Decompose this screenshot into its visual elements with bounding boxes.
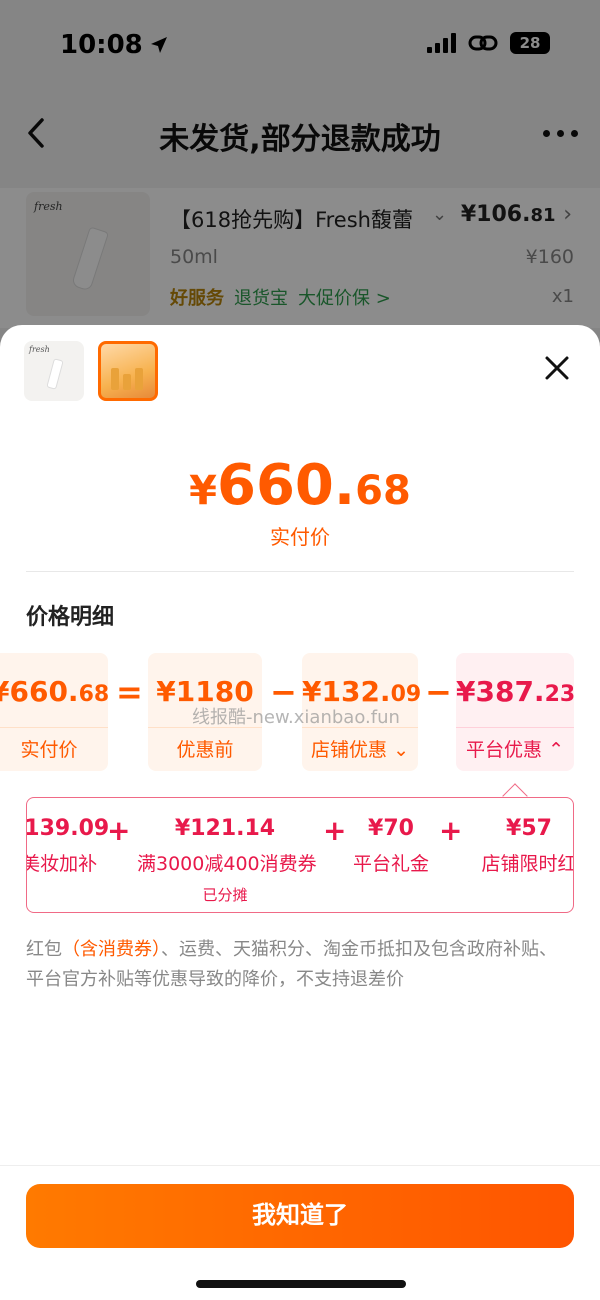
chevron-up-icon: ⌃	[548, 739, 564, 761]
got-it-button[interactable]: 我知道了	[26, 1184, 574, 1248]
price-formula: ¥660.68 实付价 = ¥1180 优惠前 − ¥132.09 店铺优惠 ⌄…	[0, 653, 600, 773]
breakdown-item: ¥57 店铺限时红	[469, 816, 574, 876]
platform-discount-breakdown[interactable]: ¥139.09 美妆加补 + ¥121.14 满3000减400消费券 已分摊 …	[26, 797, 574, 913]
breakdown-value: ¥57	[506, 816, 552, 841]
thumbnail-brand: fresh	[29, 345, 50, 354]
formula-platform-label: 平台优惠 ⌃	[456, 735, 574, 762]
formula-store-label: 店铺优惠 ⌄	[302, 735, 418, 762]
formula-actual-value: ¥660.68	[0, 675, 110, 708]
price-detail-sheet: fresh ¥660.68 实付价 价格明细 ¥660.68 实付价 = ¥11…	[0, 325, 600, 1300]
price-decimal: 68	[355, 468, 411, 514]
breakdown-label: 平台礼金	[353, 853, 430, 875]
chevron-down-icon: ⌄	[393, 739, 409, 761]
divider	[26, 571, 574, 572]
breakdown-label: 满3000减400消费券	[137, 853, 317, 875]
note-text-start: 红包	[26, 939, 62, 960]
plus-sign: +	[107, 814, 131, 847]
breakdown-item: ¥121.14 满3000减400消费券 已分摊	[137, 816, 317, 905]
thumbnail-tube-graphic	[46, 358, 64, 390]
thumbnail-bottle-graphic	[111, 368, 119, 390]
formula-before-label: 优惠前	[176, 739, 234, 761]
price-integer: 660.	[217, 453, 356, 518]
breakdown-label: 店铺限时红	[481, 853, 574, 875]
formula-platform-label-text: 平台优惠	[466, 739, 543, 761]
home-indicator	[196, 1280, 406, 1288]
breakdown-value: ¥70	[368, 816, 414, 841]
breakdown-note: 已分摊	[202, 886, 248, 904]
equals-sign: =	[116, 673, 143, 711]
formula-platform-box[interactable]: ¥387.23 平台优惠 ⌃	[456, 653, 576, 771]
formula-separator	[456, 727, 574, 728]
formula-separator	[0, 727, 108, 728]
thumbnail-product-1[interactable]: fresh	[24, 341, 84, 401]
formula-actual-int: ¥660.	[0, 675, 79, 708]
formula-actual-label: 实付价	[20, 739, 78, 761]
product-thumbnail-row: fresh	[24, 341, 158, 401]
formula-platform-int: ¥387.	[456, 675, 545, 708]
refund-policy-note: 红包（含消费券）、运费、天猫积分、淘金币抵扣及包含政府补贴、平台官方补贴等优惠导…	[26, 935, 574, 995]
formula-platform-value: ¥387.23	[456, 675, 576, 708]
actual-paid-price: ¥660.68	[0, 453, 600, 518]
thumbnail-product-2[interactable]	[98, 341, 158, 401]
price-currency: ¥	[189, 468, 217, 514]
breakdown-item: ¥70 平台礼金	[353, 816, 429, 876]
breakdown-value: ¥121.14	[174, 816, 276, 841]
bottom-action-bar: 我知道了	[0, 1165, 600, 1300]
formula-store-label-text: 店铺优惠	[311, 739, 388, 761]
note-highlight: （含消费券）	[62, 939, 161, 960]
breakdown-label: 美妆加补	[26, 853, 98, 875]
plus-sign: +	[323, 814, 347, 847]
section-title: 价格明细	[26, 605, 115, 630]
formula-platform-dec: 23	[544, 682, 576, 707]
plus-sign: +	[439, 814, 463, 847]
formula-actual-box: ¥660.68 实付价	[0, 653, 110, 771]
thumbnail-bottle-graphic	[123, 374, 131, 390]
thumbnail-bottle-graphic	[135, 368, 143, 390]
breakdown-value: ¥139.09	[26, 816, 110, 841]
breakdown-item: ¥139.09 美妆加补	[26, 816, 110, 876]
formula-actual-dec: 68	[78, 682, 110, 707]
actual-paid-label: 实付价	[270, 525, 330, 549]
watermark-text: 线报酷-new.xianbao.fun	[192, 707, 400, 728]
close-icon[interactable]	[544, 355, 570, 381]
minus-sign: −	[425, 673, 452, 711]
